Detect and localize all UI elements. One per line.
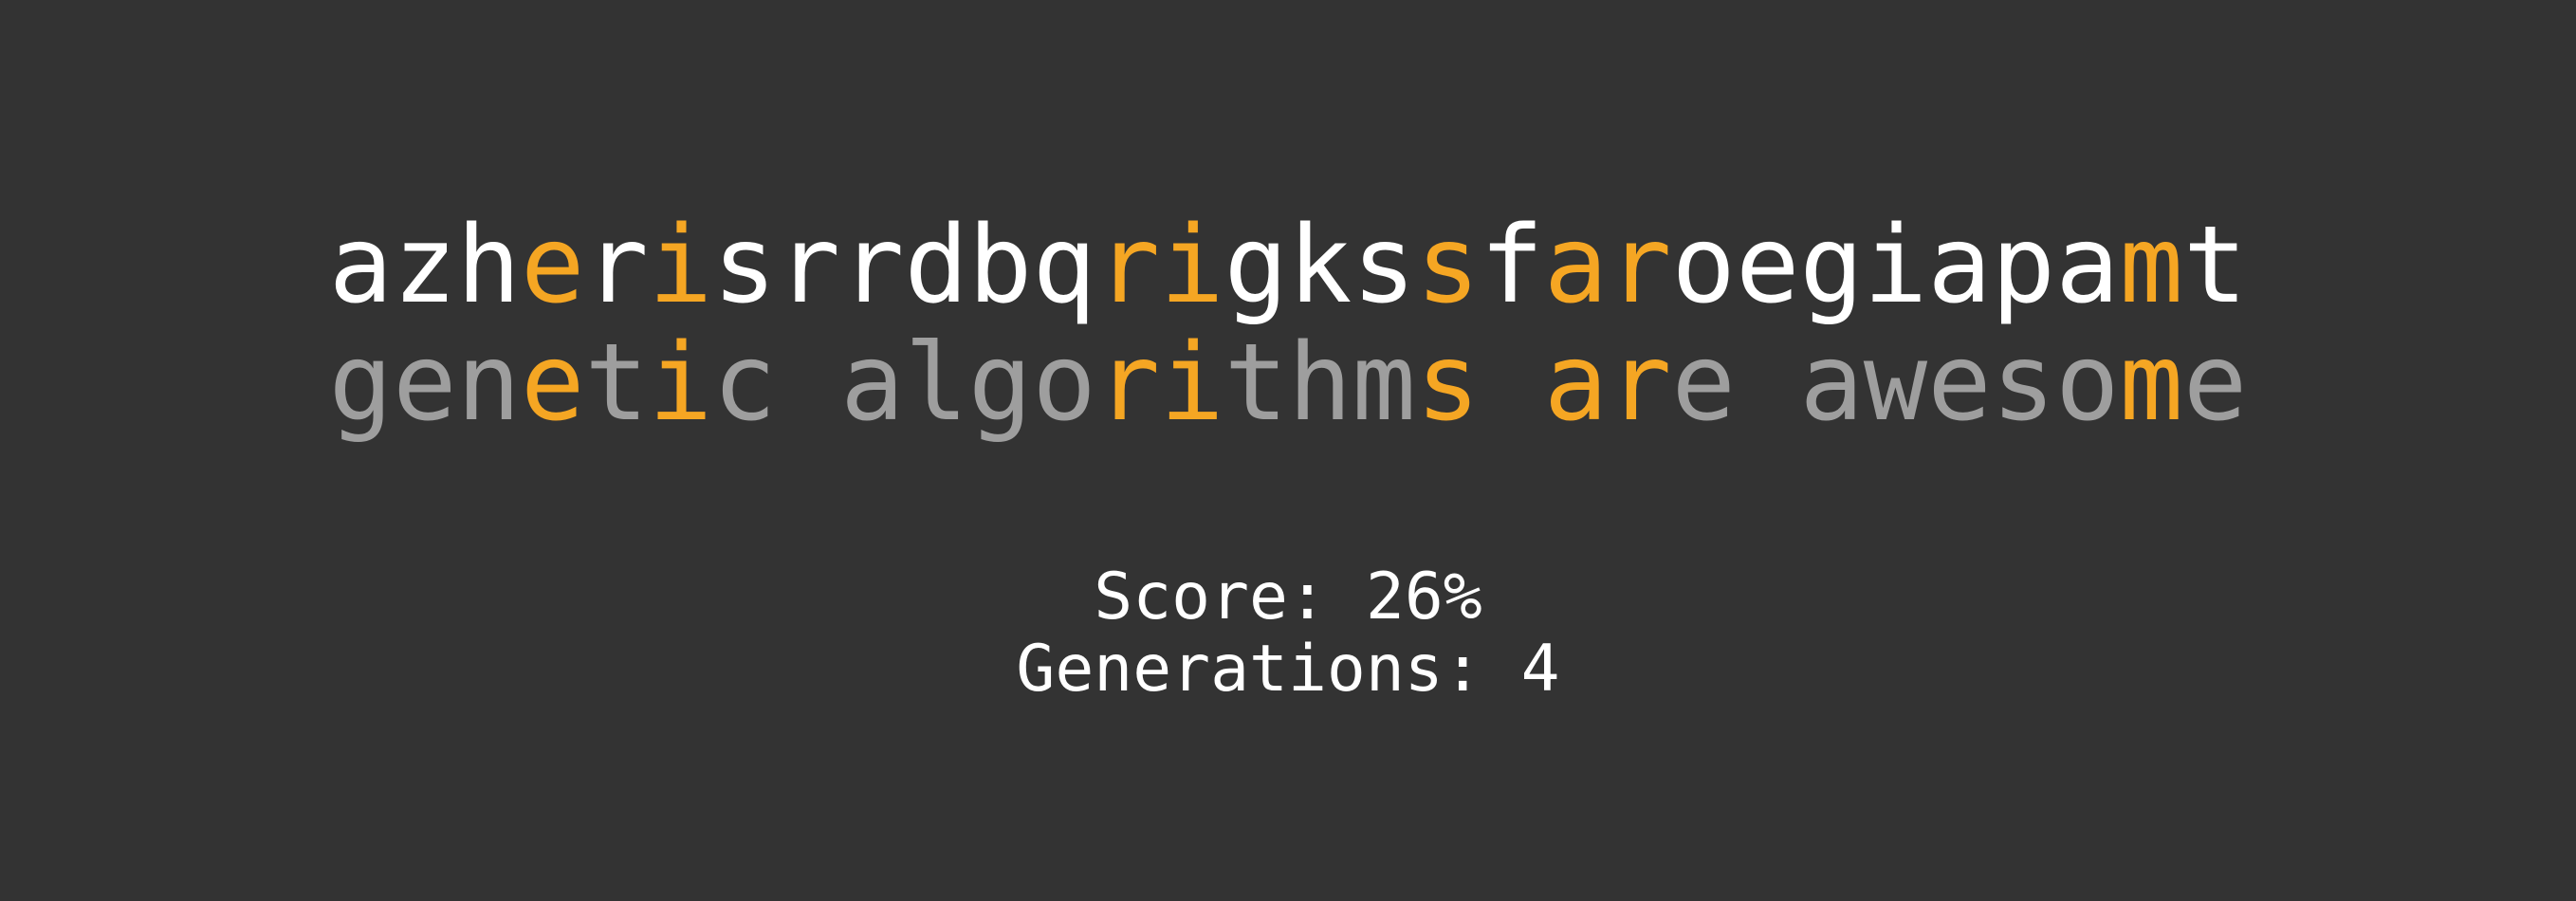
candidate-char: s bbox=[1415, 204, 1481, 327]
candidate-char: i bbox=[648, 204, 713, 327]
candidate-char: r bbox=[840, 204, 905, 327]
target-char: a bbox=[1799, 322, 1864, 445]
candidate-char: r bbox=[584, 204, 649, 327]
candidate-char: h bbox=[456, 204, 521, 327]
generations-value: 4 bbox=[1520, 632, 1560, 707]
target-char: c bbox=[712, 322, 777, 445]
target-char: o bbox=[1032, 322, 1096, 445]
candidate-char: k bbox=[1288, 204, 1352, 327]
target-string: genetic algorithms are awesome bbox=[0, 324, 2576, 442]
candidate-char: a bbox=[1543, 204, 1609, 327]
candidate-char: s bbox=[712, 204, 777, 327]
candidate-char: a bbox=[328, 204, 394, 327]
candidate-char: a bbox=[1927, 204, 1992, 327]
generations-label: Generations: bbox=[1016, 632, 1482, 707]
target-char: e bbox=[393, 322, 457, 445]
candidate-char: o bbox=[1671, 204, 1736, 327]
score-value: 26% bbox=[1365, 560, 1482, 634]
candidate-char: z bbox=[393, 204, 457, 327]
target-char bbox=[1736, 324, 1799, 442]
score-line: Score: 26% bbox=[0, 561, 2576, 634]
target-char: e bbox=[520, 322, 585, 445]
candidate-char: r bbox=[1095, 204, 1161, 327]
genetic-algorithm-display: azherisrrdbqrigkssfaroegiapamt genetic a… bbox=[0, 0, 2576, 901]
candidate-char: t bbox=[2182, 204, 2248, 327]
target-char: r bbox=[1095, 322, 1161, 445]
candidate-char: i bbox=[1160, 204, 1224, 327]
target-char bbox=[1480, 324, 1543, 442]
target-char: s bbox=[1991, 322, 2056, 445]
target-char: i bbox=[1160, 322, 1224, 445]
score-label: Score: bbox=[1094, 560, 1327, 634]
candidate-char: b bbox=[967, 204, 1033, 327]
target-char: n bbox=[456, 322, 521, 445]
target-char: r bbox=[1608, 322, 1672, 445]
target-char: m bbox=[2119, 322, 2183, 445]
candidate-char: m bbox=[2119, 204, 2183, 327]
candidate-char: r bbox=[1608, 204, 1672, 327]
candidate-char: q bbox=[1032, 204, 1096, 327]
target-char: e bbox=[2182, 322, 2248, 445]
candidate-char: e bbox=[1735, 204, 1800, 327]
candidate-char: i bbox=[1863, 204, 1928, 327]
candidate-char: g bbox=[1224, 204, 1289, 327]
generations-line: Generations: 4 bbox=[0, 634, 2576, 706]
candidate-char: d bbox=[904, 204, 968, 327]
stats-panel: Score: 26% Generations: 4 bbox=[0, 561, 2576, 706]
target-char: w bbox=[1863, 322, 1928, 445]
candidate-string: azherisrrdbqrigkssfaroegiapamt bbox=[0, 207, 2576, 324]
candidate-char: e bbox=[520, 204, 585, 327]
target-char: t bbox=[584, 322, 649, 445]
target-char: a bbox=[1543, 322, 1609, 445]
target-char: l bbox=[904, 322, 968, 445]
target-char: e bbox=[1671, 322, 1736, 445]
target-char: a bbox=[840, 322, 905, 445]
target-char: m bbox=[1352, 322, 1416, 445]
target-char: o bbox=[2055, 322, 2120, 445]
target-char: i bbox=[648, 322, 713, 445]
candidate-char: p bbox=[1991, 204, 2056, 327]
target-char: s bbox=[1415, 322, 1481, 445]
target-char: g bbox=[328, 322, 394, 445]
candidate-char: g bbox=[1799, 204, 1864, 327]
candidate-char: s bbox=[1352, 204, 1416, 327]
target-char bbox=[777, 324, 840, 442]
candidate-char: a bbox=[2055, 204, 2120, 327]
target-char: h bbox=[1288, 322, 1352, 445]
target-char: g bbox=[967, 322, 1033, 445]
target-char: t bbox=[1224, 322, 1289, 445]
string-comparison: azherisrrdbqrigkssfaroegiapamt genetic a… bbox=[0, 207, 2576, 442]
candidate-char: f bbox=[1480, 204, 1544, 327]
candidate-char: r bbox=[776, 204, 841, 327]
target-char: e bbox=[1927, 322, 1992, 445]
